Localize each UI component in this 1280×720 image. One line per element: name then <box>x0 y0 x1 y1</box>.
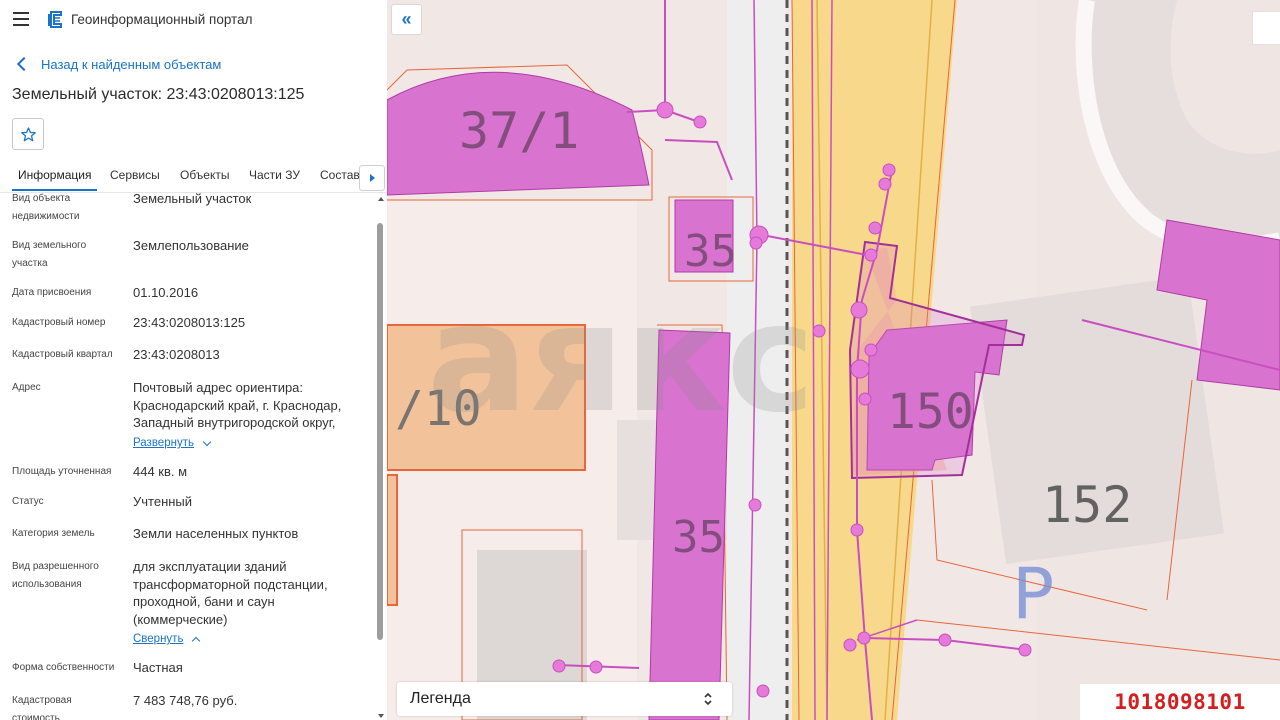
tab-objects[interactable]: Объекты <box>180 160 230 191</box>
caret-right-icon <box>370 174 375 182</box>
scroll-thumb[interactable] <box>377 223 383 640</box>
favorite-button[interactable] <box>12 118 44 150</box>
tab-information[interactable]: Информация <box>12 160 98 191</box>
property-value: 23:43:0208013 <box>133 347 220 362</box>
property-label: Статус <box>12 496 44 507</box>
property-value: Почтовый адрес ориентира: Краснодарский … <box>133 380 342 430</box>
scroll-down-arrow[interactable] <box>378 714 384 718</box>
tab-composition[interactable]: Состав <box>320 160 360 191</box>
back-link-label: Назад к найденным объектам <box>41 56 222 72</box>
property-label: Форма собственности <box>12 662 115 673</box>
property-label: Площадь уточненная <box>12 466 112 477</box>
property-label: Кадастровая стоимость <box>12 695 72 720</box>
panel-scrollbar[interactable] <box>376 193 386 720</box>
legend-dropdown[interactable]: Легенда <box>397 682 732 716</box>
scroll-up-arrow[interactable] <box>378 197 384 201</box>
property-value: Земли населенных пунктов <box>133 526 299 541</box>
tabs-scroll-right-button[interactable] <box>359 165 385 191</box>
star-icon <box>20 126 36 141</box>
parking-symbol: P <box>1012 553 1054 635</box>
collapse-link-label: Свернуть <box>133 633 184 645</box>
parcel-label: 37/1 <box>459 102 579 160</box>
legend-label: Легенда <box>410 690 471 707</box>
chevron-up-icon <box>192 637 201 646</box>
property-value: 23:43:0208013:125 <box>133 315 246 330</box>
map-watermark: аякс <box>427 272 815 446</box>
info-panel: Геоинформационный портал Назад к найденн… <box>0 0 388 720</box>
property-value: 01.10.2016 <box>133 285 199 300</box>
property-value: Учтенный <box>133 494 193 509</box>
property-value: для эксплуатации зданий трансформаторной… <box>133 559 328 627</box>
property-label: Вид земельного участка <box>12 240 87 269</box>
sort-arrows-icon <box>704 692 712 706</box>
tab-parts[interactable]: Части ЗУ <box>249 160 300 191</box>
property-label: Адрес <box>12 382 41 393</box>
property-value: 444 кв. м <box>133 464 188 479</box>
parcel-label: 150 <box>887 384 974 440</box>
properties-list: Вид объекта недвижимости Земельный участ… <box>0 193 374 720</box>
property-value: 7 483 748,76 руб. <box>133 693 238 708</box>
property-value: Частная <box>133 660 183 675</box>
map-canvas[interactable]: 37/1 35 /10 35 150 152 P аякс <box>387 0 1280 720</box>
listing-id-badge: 1018098101 <box>1080 684 1280 720</box>
tab-services[interactable]: Сервисы <box>110 160 160 191</box>
collapse-link[interactable]: Свернуть <box>133 631 201 649</box>
top-bar: Геоинформационный портал <box>0 0 387 40</box>
map-control-button[interactable] <box>1252 11 1280 45</box>
tab-bar: Информация Сервисы Объекты Части ЗУ Сост… <box>0 160 387 193</box>
expand-link[interactable]: Развернуть <box>133 435 212 453</box>
parcel-label: 152 <box>1042 476 1132 534</box>
property-label: Категория земель <box>12 528 95 539</box>
chevron-down-icon <box>202 438 212 447</box>
app-title: Геоинформационный портал <box>71 12 253 27</box>
chevron-left-icon <box>16 56 32 72</box>
parcel-label: 35 <box>672 512 725 563</box>
property-value: Землепользование <box>133 238 249 253</box>
double-chevron-left-icon: « <box>401 9 412 29</box>
property-label: Вид разрешенного использования <box>12 561 99 590</box>
back-to-results-link[interactable]: Назад к найденным объектам <box>16 55 221 73</box>
property-value: Земельный участок <box>133 193 252 206</box>
parcel-label: 35 <box>684 226 737 277</box>
portal-logo-icon <box>48 11 62 28</box>
cadastral-map: 37/1 35 /10 35 150 152 P аякс <box>387 0 1280 720</box>
expand-link-label: Развернуть <box>133 437 194 449</box>
property-label: Кадастровый квартал <box>12 349 113 360</box>
object-title: Земельный участок: 23:43:0208013:125 <box>12 86 305 103</box>
collapse-panel-button[interactable]: « <box>391 4 422 35</box>
property-label: Кадастровый номер <box>12 317 106 328</box>
hamburger-icon[interactable] <box>13 12 29 26</box>
property-label: Вид объекта недвижимости <box>12 193 80 222</box>
property-label: Дата присвоения <box>12 287 92 298</box>
